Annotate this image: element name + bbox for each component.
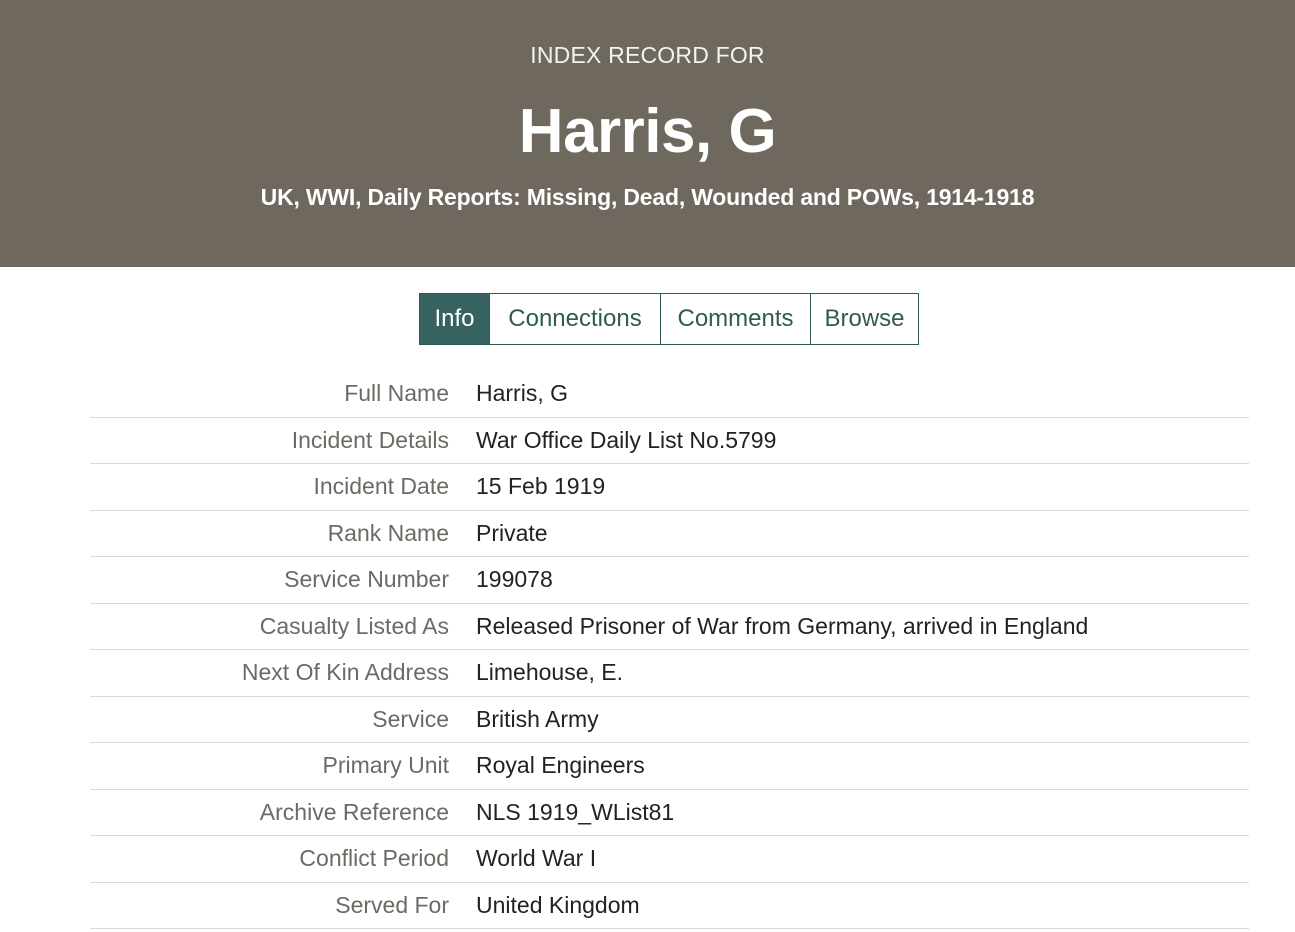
record-tabs: Info Connections Comments Browse [419, 293, 919, 345]
tab-comments[interactable]: Comments [660, 294, 810, 344]
detail-row-rank-name: Rank Name Private [90, 511, 1249, 557]
detail-value: United Kingdom [476, 891, 640, 918]
detail-row-next-of-kin-address: Next Of Kin Address Limehouse, E. [90, 650, 1249, 697]
detail-label: Casualty Listed As [259, 612, 449, 639]
detail-value: Released Prisoner of War from Germany, a… [476, 612, 1089, 639]
detail-label: Full Name [344, 380, 449, 407]
detail-label: Archive Reference [259, 798, 449, 825]
detail-value: Royal Engineers [476, 752, 645, 779]
detail-label: Conflict Period [299, 845, 449, 872]
detail-value: Limehouse, E. [476, 659, 624, 686]
detail-value: NLS 1919_WList81 [476, 798, 675, 825]
record-header: INDEX RECORD FOR Harris, G UK, WWI, Dail… [0, 0, 1295, 267]
tab-info[interactable]: Info [420, 294, 489, 344]
detail-row-archive-reference: Archive Reference NLS 1919_WList81 [90, 790, 1249, 836]
detail-row-service-number: Service Number 199078 [90, 557, 1249, 604]
detail-row-conflict-period: Conflict Period World War I [90, 836, 1249, 883]
detail-row-service: Service British Army [90, 697, 1249, 743]
detail-label: Served For [335, 891, 449, 918]
detail-value: War Office Daily List No.5799 [476, 426, 777, 453]
detail-value: World War I [476, 845, 597, 872]
detail-label: Primary Unit [322, 752, 449, 779]
record-details-table: Full Name Harris, G Incident Details War… [90, 371, 1249, 929]
detail-value: 15 Feb 1919 [476, 473, 606, 500]
page-title: Harris, G [518, 97, 777, 166]
tab-browse[interactable]: Browse [810, 294, 918, 344]
detail-row-incident-details: Incident Details War Office Daily List N… [90, 418, 1249, 464]
detail-label: Incident Date [313, 473, 449, 500]
detail-value: 199078 [476, 566, 553, 593]
detail-row-casualty-listed-as: Casualty Listed As Released Prisoner of … [90, 604, 1249, 650]
detail-label: Service Number [284, 566, 449, 593]
collection-title: UK, WWI, Daily Reports: Missing, Dead, W… [260, 184, 1035, 210]
detail-row-full-name: Full Name Harris, G [90, 371, 1249, 418]
detail-label: Service [372, 705, 449, 732]
detail-value: Private [476, 519, 548, 546]
detail-value: British Army [476, 705, 599, 732]
tab-connections[interactable]: Connections [489, 294, 660, 344]
detail-label: Incident Details [291, 426, 449, 453]
detail-value: Harris, G [476, 380, 568, 407]
detail-row-primary-unit: Primary Unit Royal Engineers [90, 743, 1249, 790]
detail-row-incident-date: Incident Date 15 Feb 1919 [90, 464, 1249, 511]
record-kicker: INDEX RECORD FOR [530, 42, 765, 68]
detail-label: Next Of Kin Address [241, 659, 449, 686]
detail-row-served-for: Served For United Kingdom [90, 883, 1249, 929]
detail-label: Rank Name [327, 519, 449, 546]
